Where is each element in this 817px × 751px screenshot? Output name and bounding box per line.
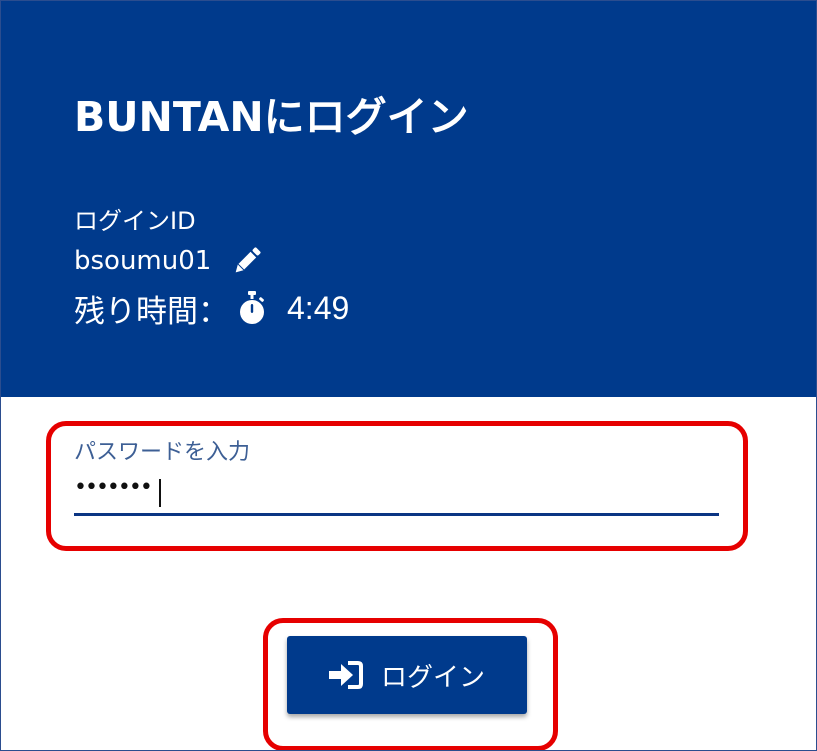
remaining-time-row: 残り時間： 4:49	[74, 287, 350, 330]
login-header: BUNTANにログイン ログインID bsoumu01 残り時間： 4:49	[1, 1, 816, 397]
stopwatch-icon	[237, 290, 267, 326]
page-title: BUNTANにログイン	[74, 93, 469, 141]
login-id-value: bsoumu01	[74, 246, 212, 276]
pencil-icon[interactable]	[231, 245, 263, 277]
login-id-row: bsoumu01	[74, 244, 263, 278]
login-window: BUNTANにログイン ログインID bsoumu01 残り時間： 4:49 パ…	[0, 0, 817, 751]
login-button-highlight	[263, 618, 558, 750]
login-id-label: ログインID	[74, 207, 196, 235]
remaining-time-label: 残り時間：	[74, 293, 229, 330]
password-field-highlight	[46, 421, 748, 551]
remaining-time-value: 4:49	[287, 289, 350, 326]
